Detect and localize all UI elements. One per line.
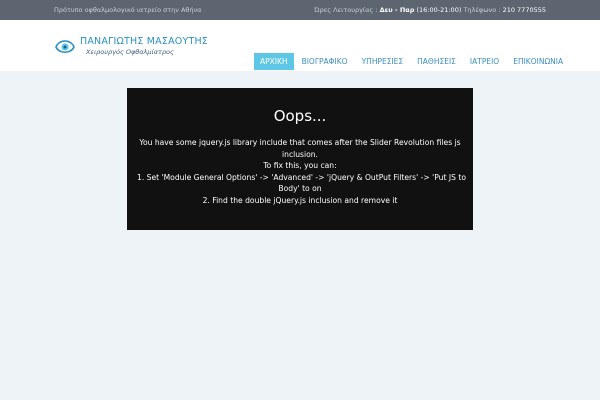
error-title: Oops... bbox=[273, 107, 327, 125]
error-line: 1. Set 'Module General Options' -> 'Adva… bbox=[137, 172, 466, 182]
contact-info: Ώρες Λειτουργίας : Δευ - Παρ (16:00-21:0… bbox=[314, 6, 546, 14]
nav-item-home[interactable]: ΑΡΧΙΚΗ bbox=[254, 53, 294, 70]
logo-subtitle: Χειρουργός Οφθαλμίατρος bbox=[86, 47, 174, 56]
error-line: To fix this, you can: bbox=[263, 161, 337, 170]
nav-item-conditions[interactable]: ΠΑΘΗΣΕΙΣ bbox=[411, 53, 462, 70]
main-nav: ΑΡΧΙΚΗ ΒΙΟΓΡΑΦΙΚΟ ΥΠΗΡΕΣΙΕΣ ΠΑΘΗΣΕΙΣ ΙΑΤ… bbox=[254, 53, 571, 70]
hours-days: Δευ - Παρ bbox=[379, 6, 415, 14]
site-logo[interactable]: ΠΑΝΑΓΙΩΤΗΣ ΜΑΣΑΟΥΤΗΣ Χειρουργός Οφθαλμία… bbox=[54, 36, 208, 56]
top-info-bar: Πρότυπο οφθαλμολογικό ιατρείο στην Αθήνα… bbox=[0, 0, 600, 20]
phone-label: Τηλέφωνο : bbox=[463, 6, 501, 14]
logo-name: ΠΑΝΑΓΙΩΤΗΣ ΜΑΣΑΟΥΤΗΣ bbox=[80, 36, 208, 47]
site-header: ΠΑΝΑΓΙΩΤΗΣ ΜΑΣΑΟΥΤΗΣ Χειρουργός Οφθαλμία… bbox=[0, 20, 600, 71]
error-line: Body' to on bbox=[278, 184, 322, 193]
error-message: You have some jquery.js library include … bbox=[127, 137, 473, 206]
slider-error-box: Oops... You have some jquery.js library … bbox=[127, 88, 473, 230]
nav-item-clinic[interactable]: ΙΑΤΡΕΙΟ bbox=[464, 53, 505, 70]
error-line: 2. Find the double jQuery.js inclusion a… bbox=[202, 195, 398, 205]
eye-logo-icon bbox=[55, 40, 75, 54]
nav-item-biography[interactable]: ΒΙΟΓΡΑΦΙΚΟ bbox=[296, 53, 354, 70]
tagline: Πρότυπο οφθαλμολογικό ιατρείο στην Αθήνα bbox=[54, 6, 202, 14]
hours-label: Ώρες Λειτουργίας : bbox=[314, 6, 378, 14]
nav-item-contact[interactable]: ΕΠΙΚΟΙΝΩΝΙΑ bbox=[507, 53, 569, 70]
phone-number[interactable]: 210 7770555 bbox=[503, 6, 546, 14]
error-line: inclusion. bbox=[282, 149, 318, 159]
nav-item-services[interactable]: ΥΠΗΡΕΣΙΕΣ bbox=[356, 53, 410, 70]
error-line: You have some jquery.js library include … bbox=[139, 138, 461, 147]
hours-time: (16:00-21:00) bbox=[416, 6, 462, 14]
